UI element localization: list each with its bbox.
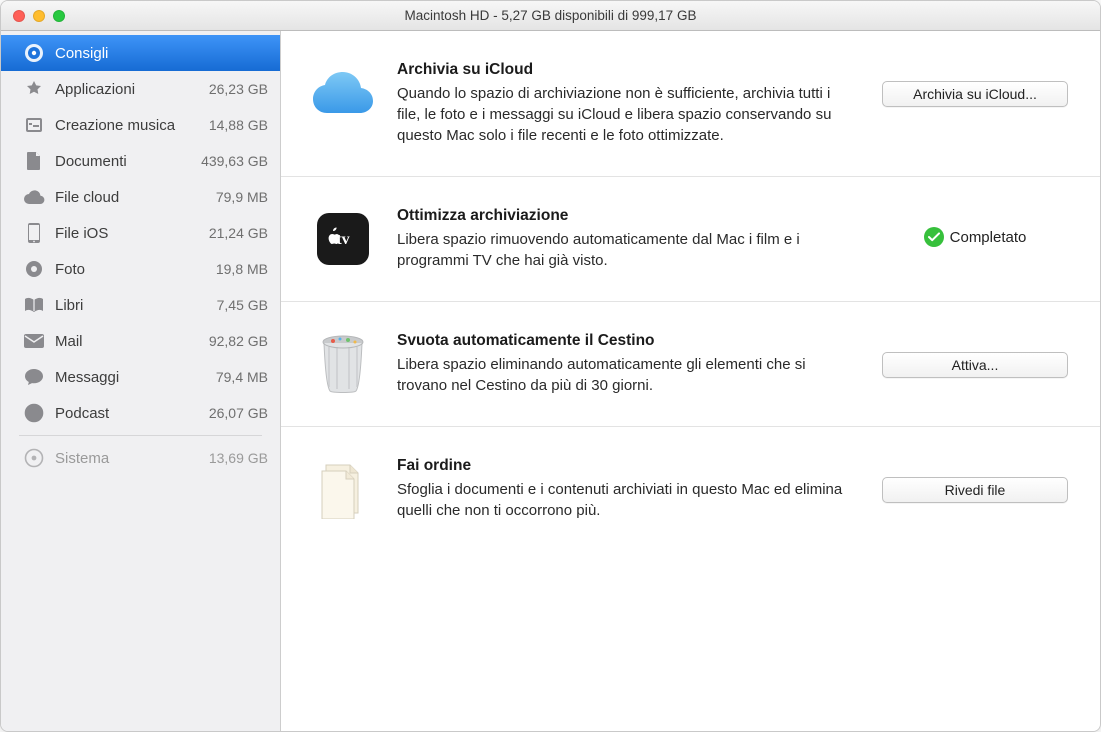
sidebar-separator: [19, 435, 262, 436]
icloud-icon: [311, 61, 375, 125]
tips-icon: [23, 42, 45, 64]
sidebar-item-size: 79,9 MB: [216, 189, 268, 205]
sidebar-item-label: Podcast: [55, 405, 199, 422]
sidebar-item-mail[interactable]: Mail 92,82 GB: [1, 323, 280, 359]
recommendation-title: Svuota automaticamente il Cestino: [397, 332, 856, 350]
recommendation-body: Archivia su iCloud Quando lo spazio di a…: [397, 61, 856, 146]
sidebar-item-size: 21,24 GB: [209, 225, 268, 241]
svg-text:tv: tv: [336, 231, 349, 248]
sidebar-item-size: 439,63 GB: [201, 153, 268, 169]
sidebar-item-consigli[interactable]: Consigli: [1, 35, 280, 71]
sidebar-item-label: File iOS: [55, 225, 199, 242]
sidebar-item-foto[interactable]: Foto 19,8 MB: [1, 251, 280, 287]
sidebar-item-label: Messaggi: [55, 369, 206, 386]
sidebar-item-size: 92,82 GB: [209, 333, 268, 349]
sidebar-item-label: Foto: [55, 261, 206, 278]
recommendation-action: Rivedi file: [878, 457, 1072, 503]
store-in-icloud-button[interactable]: Archivia su iCloud...: [882, 81, 1068, 107]
sidebar-item-size: 13,69 GB: [209, 450, 268, 466]
completed-label: Completato: [950, 229, 1027, 246]
sidebar-item-file-ios[interactable]: File iOS 21,24 GB: [1, 215, 280, 251]
window-title: Macintosh HD - 5,27 GB disponibili di 99…: [1, 8, 1100, 23]
recommendation-reduce-clutter: Fai ordine Sfoglia i documenti e i conte…: [281, 427, 1100, 551]
appletv-icon: tv: [311, 207, 375, 271]
recommendation-title: Fai ordine: [397, 457, 856, 475]
sidebar-item-label: Sistema: [55, 450, 199, 467]
review-files-button[interactable]: Rivedi file: [882, 477, 1068, 503]
sidebar-item-size: 19,8 MB: [216, 261, 268, 277]
check-icon: [924, 227, 944, 247]
sidebar-item-label: Creazione musica: [55, 117, 199, 134]
sidebar-item-sistema[interactable]: Sistema 13,69 GB: [1, 440, 280, 476]
sidebar-item-label: Libri: [55, 297, 207, 314]
sidebar-item-applicazioni[interactable]: Applicazioni 26,23 GB: [1, 71, 280, 107]
sidebar-item-size: 14,88 GB: [209, 117, 268, 133]
cloud-icon: [23, 186, 45, 208]
apps-icon: [23, 78, 45, 100]
recommendation-optimize: tv Ottimizza archiviazione Libera spazio…: [281, 177, 1100, 302]
recommendation-trash: Svuota automaticamente il Cestino Libera…: [281, 302, 1100, 427]
trash-icon: [311, 332, 375, 396]
sidebar-item-size: 79,4 MB: [216, 369, 268, 385]
sidebar-item-label: Mail: [55, 333, 199, 350]
documents-icon: [23, 150, 45, 172]
recommendation-action: Completato: [878, 207, 1072, 247]
recommendation-body: Svuota automaticamente il Cestino Libera…: [397, 332, 856, 396]
sidebar-item-file-cloud[interactable]: File cloud 79,9 MB: [1, 179, 280, 215]
recommendation-body: Fai ordine Sfoglia i documenti e i conte…: [397, 457, 856, 521]
recommendation-description: Sfoglia i documenti e i contenuti archiv…: [397, 479, 856, 521]
messages-icon: [23, 366, 45, 388]
traffic-lights: [1, 10, 65, 22]
podcast-icon: [23, 402, 45, 424]
sidebar-item-podcast[interactable]: Podcast 26,07 GB: [1, 395, 280, 431]
close-button[interactable]: [13, 10, 25, 22]
sidebar: Consigli Applicazioni 26,23 GB Creazione…: [1, 31, 281, 731]
recommendation-description: Libera spazio rimuovendo automaticamente…: [397, 229, 856, 271]
sidebar-item-label: File cloud: [55, 189, 206, 206]
recommendation-description: Quando lo spazio di archiviazione non è …: [397, 83, 856, 146]
sidebar-item-creazione-musica[interactable]: Creazione musica 14,88 GB: [1, 107, 280, 143]
sidebar-item-label: Consigli: [55, 45, 258, 62]
system-icon: [23, 447, 45, 469]
recommendation-action: Archivia su iCloud...: [878, 61, 1072, 107]
completed-status: Completato: [924, 227, 1027, 247]
fullscreen-button[interactable]: [53, 10, 65, 22]
recommendation-body: Ottimizza archiviazione Libera spazio ri…: [397, 207, 856, 271]
sidebar-item-documenti[interactable]: Documenti 439,63 GB: [1, 143, 280, 179]
recommendation-icloud: Archivia su iCloud Quando lo spazio di a…: [281, 31, 1100, 177]
minimize-button[interactable]: [33, 10, 45, 22]
music-creation-icon: [23, 114, 45, 136]
recommendation-title: Ottimizza archiviazione: [397, 207, 856, 225]
titlebar: Macintosh HD - 5,27 GB disponibili di 99…: [1, 1, 1100, 31]
recommendation-action: Attiva...: [878, 332, 1072, 378]
sidebar-item-label: Documenti: [55, 153, 191, 170]
storage-management-window: Macintosh HD - 5,27 GB disponibili di 99…: [0, 0, 1101, 732]
content: Consigli Applicazioni 26,23 GB Creazione…: [1, 31, 1100, 731]
sidebar-item-size: 26,23 GB: [209, 81, 268, 97]
documents-stack-icon: [311, 457, 375, 521]
recommendation-description: Libera spazio eliminando automaticamente…: [397, 354, 856, 396]
recommendations-panel: Archivia su iCloud Quando lo spazio di a…: [281, 31, 1100, 731]
sidebar-item-size: 7,45 GB: [217, 297, 268, 313]
mail-icon: [23, 330, 45, 352]
sidebar-item-libri[interactable]: Libri 7,45 GB: [1, 287, 280, 323]
sidebar-item-label: Applicazioni: [55, 81, 199, 98]
sidebar-item-size: 26,07 GB: [209, 405, 268, 421]
books-icon: [23, 294, 45, 316]
photos-icon: [23, 258, 45, 280]
recommendation-title: Archivia su iCloud: [397, 61, 856, 79]
turn-on-button[interactable]: Attiva...: [882, 352, 1068, 378]
sidebar-item-messaggi[interactable]: Messaggi 79,4 MB: [1, 359, 280, 395]
ios-icon: [23, 222, 45, 244]
